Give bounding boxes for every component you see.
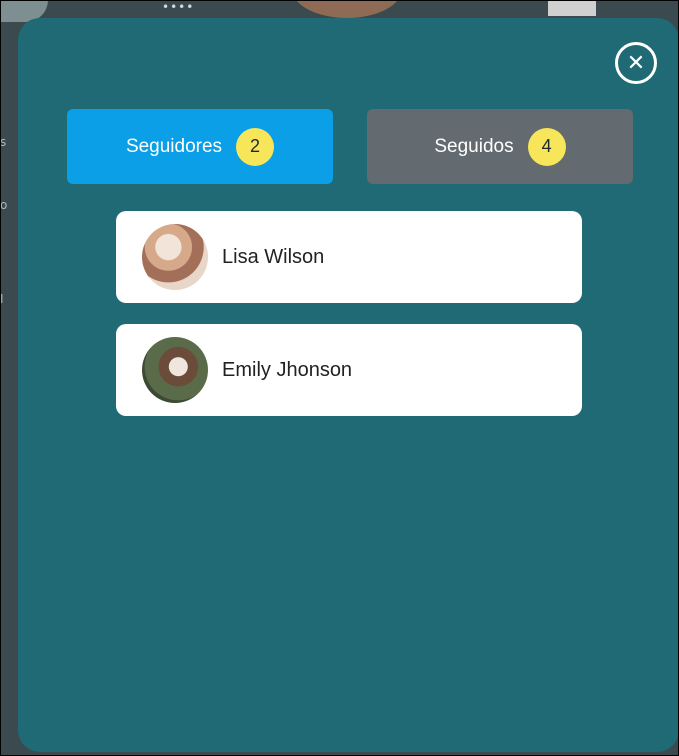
page-frame xyxy=(0,0,679,756)
